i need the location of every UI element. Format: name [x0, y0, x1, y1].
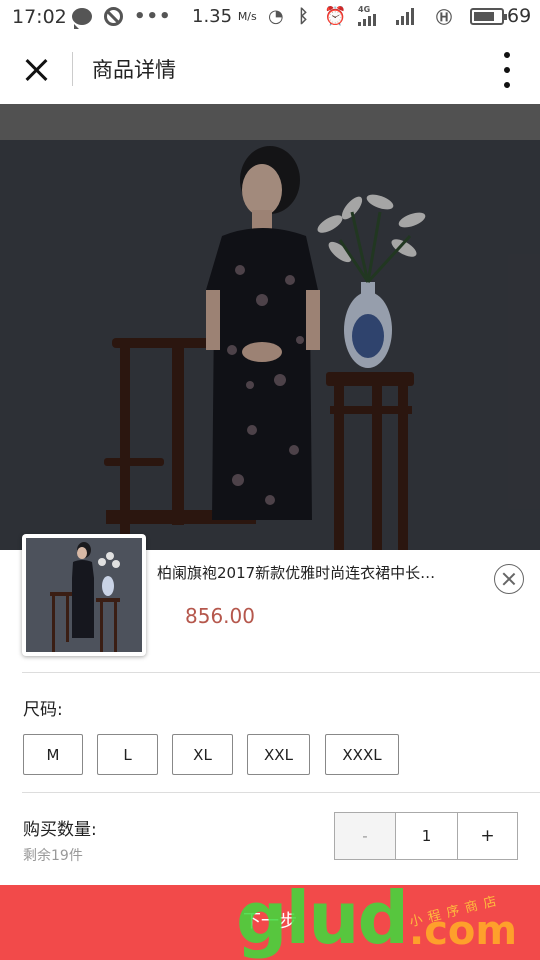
next-step-button[interactable]: 下一步	[0, 885, 540, 960]
size-option-m[interactable]: M	[23, 734, 83, 775]
alarm-icon: ⏰	[324, 5, 347, 27]
bluetooth-icon: ᛒ	[298, 5, 309, 27]
hotspot-icon: ◔	[268, 5, 284, 27]
page-title: 商品详情	[92, 58, 176, 82]
quantity-label: 购买数量:	[23, 820, 97, 840]
more-options-button[interactable]	[502, 52, 512, 88]
stock-remaining: 剩余19件	[23, 848, 83, 864]
product-title: 柏阑旗袍2017新款优雅时尚连衣裙中长…	[157, 564, 436, 582]
hd-icon: Ⓗ	[436, 8, 453, 27]
divider	[22, 672, 540, 673]
nav-divider	[72, 52, 73, 86]
battery-icon	[470, 6, 507, 26]
nav-bar: 商品详情	[0, 34, 540, 104]
net-speed: 1.35 M/s	[192, 5, 257, 27]
product-thumbnail	[22, 534, 146, 656]
network-tag: 4G	[358, 5, 371, 14]
size-option-xxxl[interactable]: XXXL	[325, 734, 399, 775]
chat-icon	[72, 6, 92, 29]
close-button[interactable]	[20, 54, 52, 86]
size-option-xl[interactable]: XL	[172, 734, 233, 775]
quantity-decrease-button[interactable]: -	[335, 813, 396, 859]
close-sheet-button[interactable]	[494, 564, 524, 594]
status-bar: 17:02 ••• 1.35 M/s ◔ ᛒ ⏰ 4G Ⓗ 69	[0, 0, 540, 34]
more-notifications-icon: •••	[134, 5, 172, 27]
next-step-label: 下一步	[243, 910, 297, 932]
divider	[22, 792, 540, 793]
dim-overlay[interactable]	[0, 104, 540, 550]
product-price: 856.00	[185, 604, 255, 628]
signal-icon	[396, 6, 414, 26]
size-option-xxl[interactable]: XXL	[247, 734, 310, 775]
size-option-l[interactable]: L	[97, 734, 158, 775]
status-time: 17:02	[12, 6, 67, 28]
signal-4g-icon: 4G	[358, 6, 376, 26]
net-speed-unit: M/s	[237, 9, 257, 23]
quantity-stepper: - 1 +	[334, 812, 518, 860]
battery-level: 69	[507, 5, 532, 27]
block-icon	[104, 6, 123, 26]
net-speed-value: 1.35	[192, 5, 233, 27]
size-label: 尺码:	[23, 700, 63, 720]
quantity-increase-button[interactable]: +	[458, 813, 517, 859]
quantity-value[interactable]: 1	[396, 813, 458, 859]
